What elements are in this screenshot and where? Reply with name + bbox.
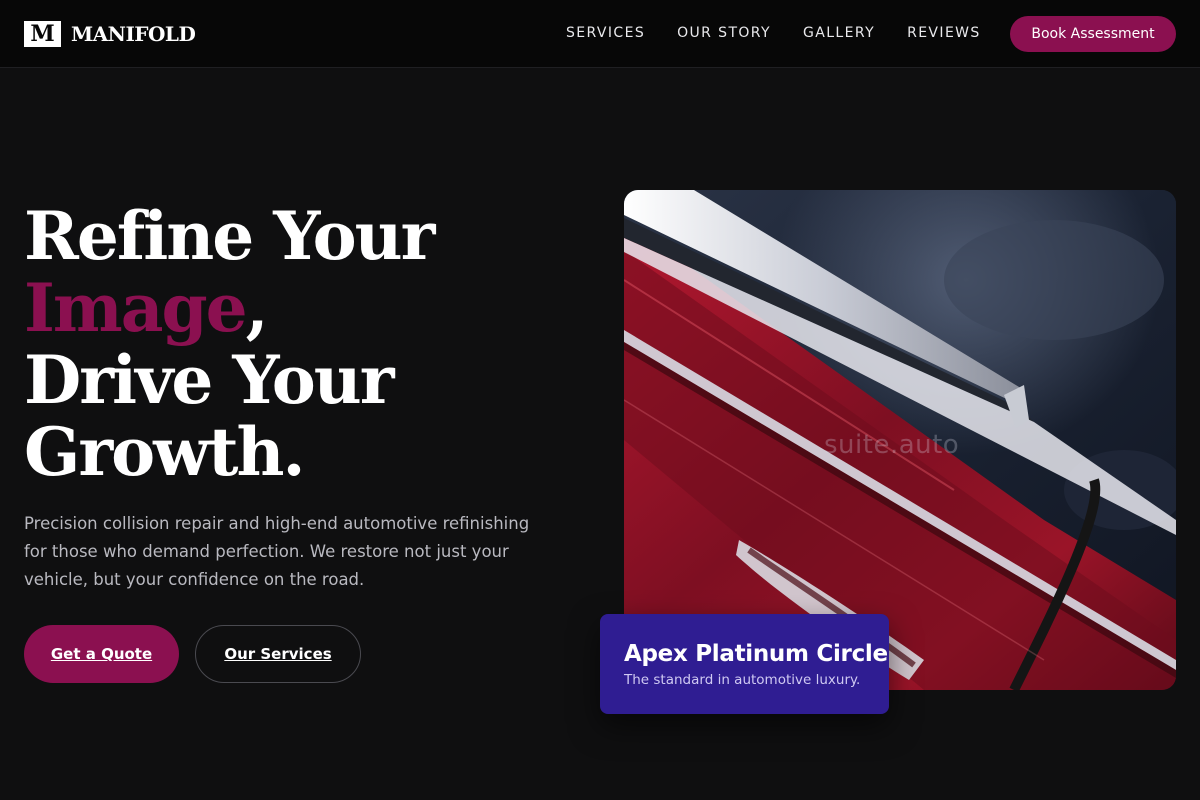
brand-logo[interactable]: M MANIFOLD xyxy=(24,21,196,47)
nav-link-our-story[interactable]: OUR STORY xyxy=(677,25,771,41)
headline-line-3: Drive Your xyxy=(24,341,395,419)
logo-mark: M xyxy=(24,21,61,47)
headline-line-2: Image, xyxy=(24,272,584,344)
site-header: M MANIFOLD SERVICES OUR STORY GALLERY RE… xyxy=(0,0,1200,68)
headline-accent-word: Image xyxy=(24,269,248,347)
main-nav: SERVICES OUR STORY GALLERY REVIEWS xyxy=(566,24,1013,42)
our-services-button[interactable]: Our Services xyxy=(195,625,361,683)
nav-link-gallery[interactable]: GALLERY xyxy=(803,25,875,41)
card-title: Apex Platinum Circle xyxy=(624,641,888,667)
card-subtitle: The standard in automotive luxury. xyxy=(624,672,861,688)
hero-headline: Refine Your Image, Drive Your Growth. xyxy=(24,200,584,488)
headline-comma: , xyxy=(245,269,269,347)
apex-platinum-card: Apex Platinum Circle The standard in aut… xyxy=(600,614,889,714)
hero-subcopy: Precision collision repair and high-end … xyxy=(24,514,530,589)
logo-text: MANIFOLD xyxy=(71,22,196,46)
get-quote-button[interactable]: Get a Quote xyxy=(24,625,179,683)
book-assessment-button[interactable]: Book Assessment xyxy=(1010,16,1176,52)
headline-line-4: Growth. xyxy=(24,413,305,491)
image-watermark: suite.auto xyxy=(824,430,960,460)
nav-link-reviews[interactable]: REVIEWS xyxy=(907,25,981,41)
headline-line-1: Refine Your xyxy=(24,197,435,275)
nav-link-services[interactable]: SERVICES xyxy=(566,25,645,41)
